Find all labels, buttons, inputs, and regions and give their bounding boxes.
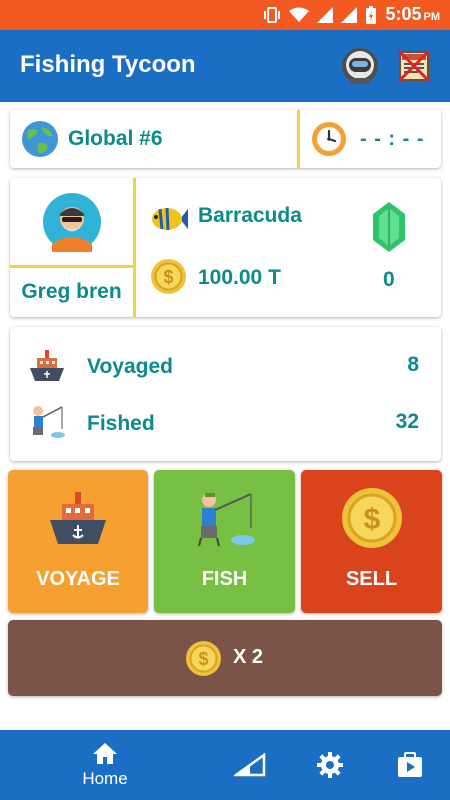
player-avatar[interactable] (42, 192, 102, 252)
svg-text:$: $ (198, 649, 208, 669)
globe-icon (22, 121, 58, 157)
countdown-timer: - - : - - (360, 128, 425, 150)
svg-text:$: $ (363, 503, 380, 536)
multiplier-button[interactable]: $ X 2 (8, 620, 442, 696)
fish-name: Barracuda (198, 204, 302, 227)
rank-divider (297, 110, 300, 168)
fisherman-icon (33, 406, 65, 438)
player-name: Greg bren (21, 280, 122, 303)
nav-home-label: Home (82, 769, 128, 788)
nav-settings[interactable] (305, 730, 355, 800)
video-play-icon (398, 752, 422, 777)
fisherman-icon (197, 493, 255, 547)
coin-icon: $ (341, 488, 402, 548)
remove-ads-button[interactable] (392, 44, 436, 88)
voyage-button[interactable]: VOYAGE (8, 470, 148, 613)
player-card: Greg bren Barracuda $ 100.00 T 0 (10, 178, 441, 317)
coin-balance: 100.00 T (198, 266, 281, 289)
status-time: 5:05 (385, 4, 422, 24)
status-bar: 5:05 PM (0, 0, 450, 30)
voyage-label: VOYAGE (36, 568, 120, 590)
global-rank-label: Global #6 (68, 127, 163, 150)
multiplier-label: X 2 (233, 646, 264, 668)
signal-icon-2 (341, 6, 358, 23)
nav-leaderboard[interactable] (225, 730, 275, 800)
gem-icon (373, 202, 405, 252)
coin-icon: $ (151, 259, 186, 294)
battery-charging-icon (366, 5, 377, 24)
profile-avatar-button[interactable] (338, 44, 382, 88)
svg-text:$: $ (163, 267, 173, 287)
coin-icon: $ (186, 641, 221, 676)
fish-label: FISH (201, 568, 248, 590)
clock-icon (312, 122, 346, 156)
app-bar: Fishing Tycoon (0, 30, 450, 102)
status-ampm: PM (423, 11, 441, 23)
vibrate-icon (264, 6, 281, 23)
sell-button[interactable]: $ SELL (301, 470, 442, 613)
tropical-fish-icon (152, 207, 188, 231)
fished-value: 32 (395, 410, 419, 433)
player-divider (133, 178, 136, 317)
ship-icon (30, 350, 64, 381)
astronaut-avatar-icon (342, 48, 378, 84)
nav-home[interactable]: Home (60, 730, 150, 800)
signal-icon (317, 6, 334, 23)
rank-card: Global #6 - - : - - (10, 110, 441, 168)
stats-card: Voyaged 8 Fished 32 (10, 327, 441, 461)
app-title: Fishing Tycoon (20, 51, 196, 78)
ship-icon (50, 492, 106, 544)
signal-strength-icon (234, 753, 266, 777)
gem-count: 0 (383, 268, 395, 291)
fish-button[interactable]: FISH (154, 470, 295, 613)
home-icon (93, 743, 117, 764)
voyaged-label: Voyaged (87, 355, 173, 378)
sell-label: SELL (345, 568, 398, 590)
nav-video[interactable] (385, 730, 435, 800)
voyaged-value: 8 (407, 353, 419, 376)
bottom-navigation: Home (0, 730, 450, 800)
avatar-divider (10, 265, 134, 268)
wifi-icon (289, 7, 310, 22)
gear-icon (317, 752, 343, 778)
no-ads-icon (397, 49, 431, 83)
fished-label: Fished (87, 412, 155, 435)
